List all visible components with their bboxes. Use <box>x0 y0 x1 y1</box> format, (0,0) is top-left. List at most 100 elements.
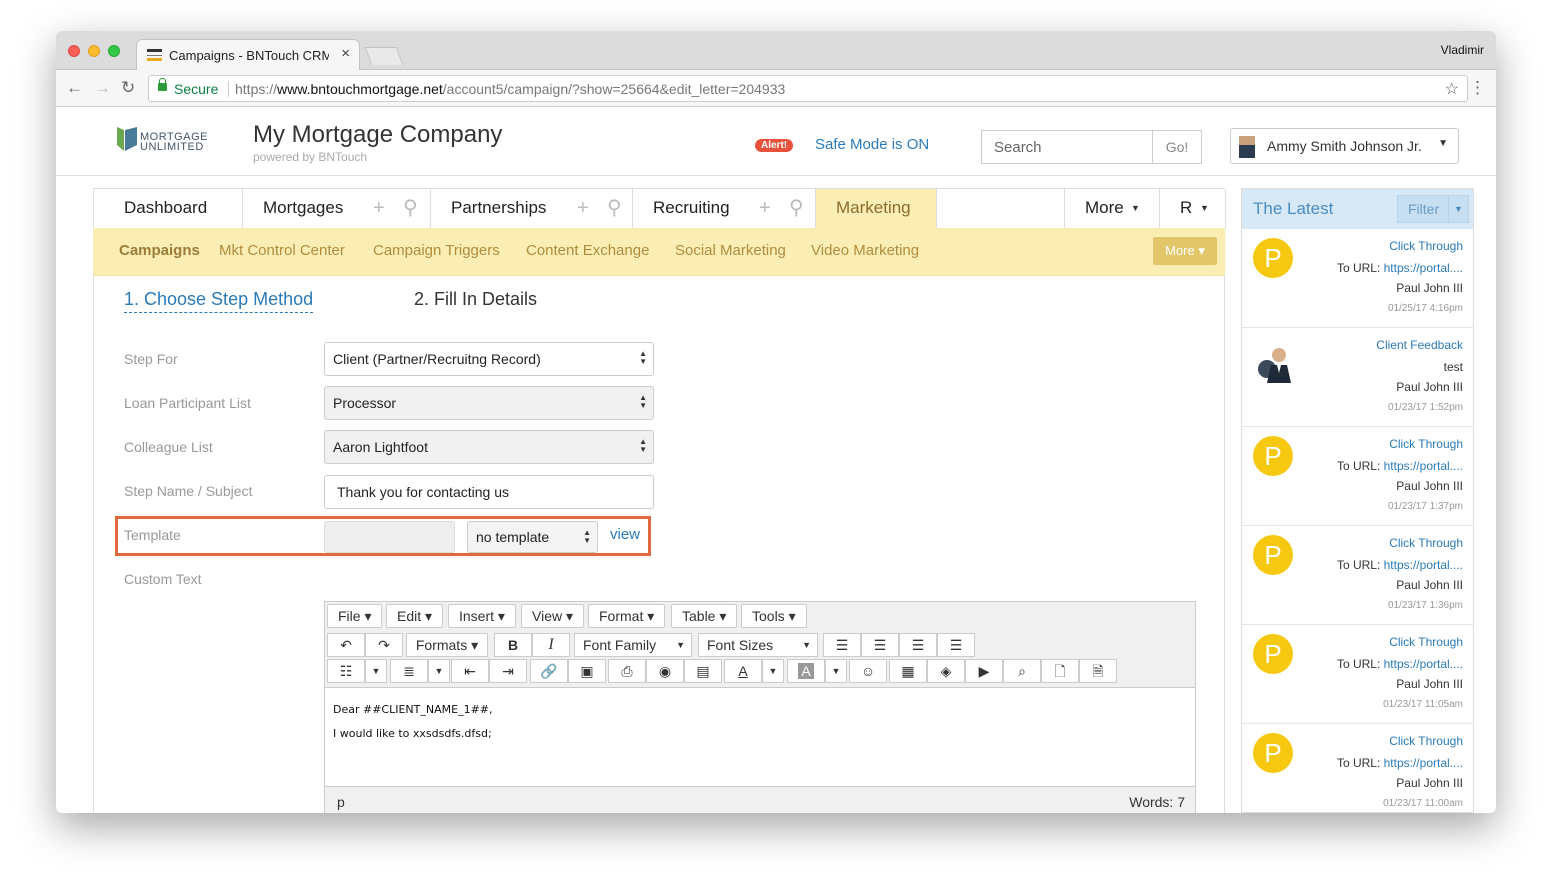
font-family-dropdown[interactable]: Font Family ▼ <box>574 633 692 657</box>
subnav-mkt-control-center[interactable]: Mkt Control Center <box>219 242 345 259</box>
add-recruit-plus-icon[interactable]: + <box>759 189 771 227</box>
tab-r[interactable]: R ▼ <box>1160 189 1226 229</box>
align-justify-icon[interactable]: ☰ <box>937 633 975 657</box>
background-color-icon[interactable]: A <box>787 659 825 683</box>
feed-url-link[interactable]: https://portal.... <box>1384 558 1463 572</box>
numbered-list-options-icon[interactable]: ▼ <box>428 659 450 683</box>
youtube-icon[interactable]: ▶ <box>965 659 1003 683</box>
menu-edit[interactable]: Edit ▾ <box>386 604 444 628</box>
bookmark-star-icon[interactable]: ☆ <box>1445 79 1459 99</box>
search-mortgage-icon[interactable]: ⚲ <box>403 189 418 227</box>
browser-profile-name[interactable]: Vladimir <box>1441 43 1484 57</box>
template-name-field[interactable] <box>324 521 455 553</box>
bold-icon[interactable]: B <box>494 633 532 657</box>
feed-action-link[interactable]: Client Feedback <box>1376 338 1463 352</box>
reload-icon[interactable]: ↻ <box>121 78 135 98</box>
url-text[interactable]: https://www.bntouchmortgage.net/account5… <box>235 81 785 97</box>
bullet-list-icon[interactable]: ☷ <box>327 659 365 683</box>
redo-icon[interactable]: ↷ <box>365 633 403 657</box>
menu-insert[interactable]: Insert ▾ <box>448 604 516 628</box>
element-path[interactable]: p <box>337 794 345 810</box>
maximize-window-button[interactable] <box>108 45 120 57</box>
colleague-list-select[interactable]: Aaron Lightfoot ▲ ▼ <box>324 430 654 464</box>
editor-content-area[interactable]: Dear ##CLIENT_NAME_1##, I would like to … <box>325 687 1195 787</box>
indent-icon[interactable]: ⇥ <box>489 659 527 683</box>
feed-item[interactable]: Client Feedback test Paul John III 01/23… <box>1242 328 1473 427</box>
tab-recruiting[interactable]: Recruiting + ⚲ <box>633 189 816 229</box>
outdent-icon[interactable]: ⇤ <box>451 659 489 683</box>
subnav-campaign-triggers[interactable]: Campaign Triggers <box>373 242 500 259</box>
text-color-icon[interactable]: A <box>724 659 762 683</box>
feed-contact-name[interactable]: Paul John III <box>1396 677 1463 691</box>
close-window-button[interactable] <box>68 45 80 57</box>
numbered-list-icon[interactable]: ≣ <box>390 659 428 683</box>
safe-mode-link[interactable]: Safe Mode is ON <box>815 136 929 153</box>
minimize-window-button[interactable] <box>88 45 100 57</box>
menu-format[interactable]: Format ▾ <box>588 604 666 628</box>
feed-action-link[interactable]: Click Through <box>1389 635 1463 649</box>
step-for-select[interactable]: Client (Partner/Recruitng Record) ▲ ▼ <box>324 342 654 376</box>
feed-item[interactable]: P Click Through To URL: https://portal..… <box>1242 625 1473 724</box>
feed-url-link[interactable]: https://portal.... <box>1384 756 1463 770</box>
feed-url-link[interactable]: https://portal.... <box>1384 459 1463 473</box>
template-view-link[interactable]: view <box>610 526 640 543</box>
feed-contact-name[interactable]: Paul John III <box>1396 380 1463 394</box>
feed-contact-name[interactable]: Paul John III <box>1396 578 1463 592</box>
feed-action-link[interactable]: Click Through <box>1389 437 1463 451</box>
step-name-input[interactable]: Thank you for contacting us <box>324 475 654 509</box>
feed-contact-name[interactable]: Paul John III <box>1396 479 1463 493</box>
menu-table[interactable]: Table ▾ <box>671 604 738 628</box>
subnav-video-marketing[interactable]: Video Marketing <box>811 242 919 259</box>
alert-badge[interactable]: Alert! <box>755 139 794 152</box>
browser-menu-icon[interactable]: ⋮ <box>1469 78 1486 98</box>
feed-contact-name[interactable]: Paul John III <box>1396 776 1463 790</box>
subnav-content-exchange[interactable]: Content Exchange <box>526 242 649 259</box>
company-logo[interactable]: MORTGAGE UNLIMITED <box>116 125 211 159</box>
tab-partnerships[interactable]: Partnerships + ⚲ <box>431 189 633 229</box>
subnav-more-button[interactable]: More ▾ <box>1153 237 1217 265</box>
new-tab-button[interactable] <box>364 47 404 65</box>
menu-tools[interactable]: Tools ▾ <box>741 604 807 628</box>
new-document-icon[interactable]: 🗋 <box>1041 659 1079 683</box>
subnav-social-marketing[interactable]: Social Marketing <box>675 242 786 259</box>
undo-icon[interactable]: ↶ <box>327 633 365 657</box>
tab-dashboard[interactable]: Dashboard <box>94 189 243 229</box>
link-icon[interactable]: 🔗 <box>530 659 568 683</box>
media-icon[interactable]: ▤ <box>684 659 722 683</box>
forward-arrow-icon[interactable]: → <box>94 78 111 98</box>
feed-contact-name[interactable]: Paul John III <box>1396 281 1463 295</box>
tab-mortgages[interactable]: Mortgages + ⚲ <box>243 189 431 229</box>
loan-participant-select[interactable]: Processor ▲ ▼ <box>324 386 654 420</box>
feed-item[interactable]: P Click Through To URL: https://portal..… <box>1242 229 1473 328</box>
menu-view[interactable]: View ▾ <box>521 604 585 628</box>
feed-action-link[interactable]: Click Through <box>1389 536 1463 550</box>
print-icon[interactable]: ⎙ <box>608 659 646 683</box>
preview-eye-icon[interactable]: ◉ <box>646 659 684 683</box>
italic-icon[interactable]: I <box>532 633 570 657</box>
filter-button[interactable]: Filter ▼ <box>1397 195 1469 223</box>
template-select[interactable]: no template ▲ ▼ <box>467 521 598 553</box>
feed-url-link[interactable]: https://portal.... <box>1384 261 1463 275</box>
feed-url-link[interactable]: https://portal.... <box>1384 657 1463 671</box>
feed-item[interactable]: P Click Through To URL: https://portal..… <box>1242 427 1473 526</box>
step-choose-method-link[interactable]: 1. Choose Step Method <box>124 289 314 313</box>
feed-action-link[interactable]: Click Through <box>1389 734 1463 748</box>
text-color-options-icon[interactable]: ▼ <box>762 659 784 683</box>
add-mortgage-plus-icon[interactable]: + <box>373 189 385 227</box>
omnibox[interactable]: Secure https://www.bntouchmortgage.net/a… <box>148 75 1468 102</box>
menu-file[interactable]: File ▾ <box>327 604 383 628</box>
search-recruit-icon[interactable]: ⚲ <box>789 189 804 227</box>
add-partnership-plus-icon[interactable]: + <box>577 189 589 227</box>
template-grid-icon[interactable]: ▦ <box>889 659 927 683</box>
align-center-icon[interactable]: ☰ <box>861 633 899 657</box>
feed-action-link[interactable]: Click Through <box>1389 239 1463 253</box>
close-tab-icon[interactable]: × <box>341 45 350 62</box>
image-icon[interactable]: ▣ <box>568 659 606 683</box>
emoticons-icon[interactable]: ☺ <box>849 659 887 683</box>
subnav-campaigns[interactable]: Campaigns <box>119 242 200 259</box>
formats-dropdown[interactable]: Formats ▾ <box>406 633 488 657</box>
document-properties-icon[interactable]: 🗎 <box>1079 659 1117 683</box>
find-replace-icon[interactable]: ⌕ <box>1003 659 1041 683</box>
tab-marketing[interactable]: Marketing <box>816 189 937 229</box>
search-go-button[interactable]: Go! <box>1152 130 1202 164</box>
